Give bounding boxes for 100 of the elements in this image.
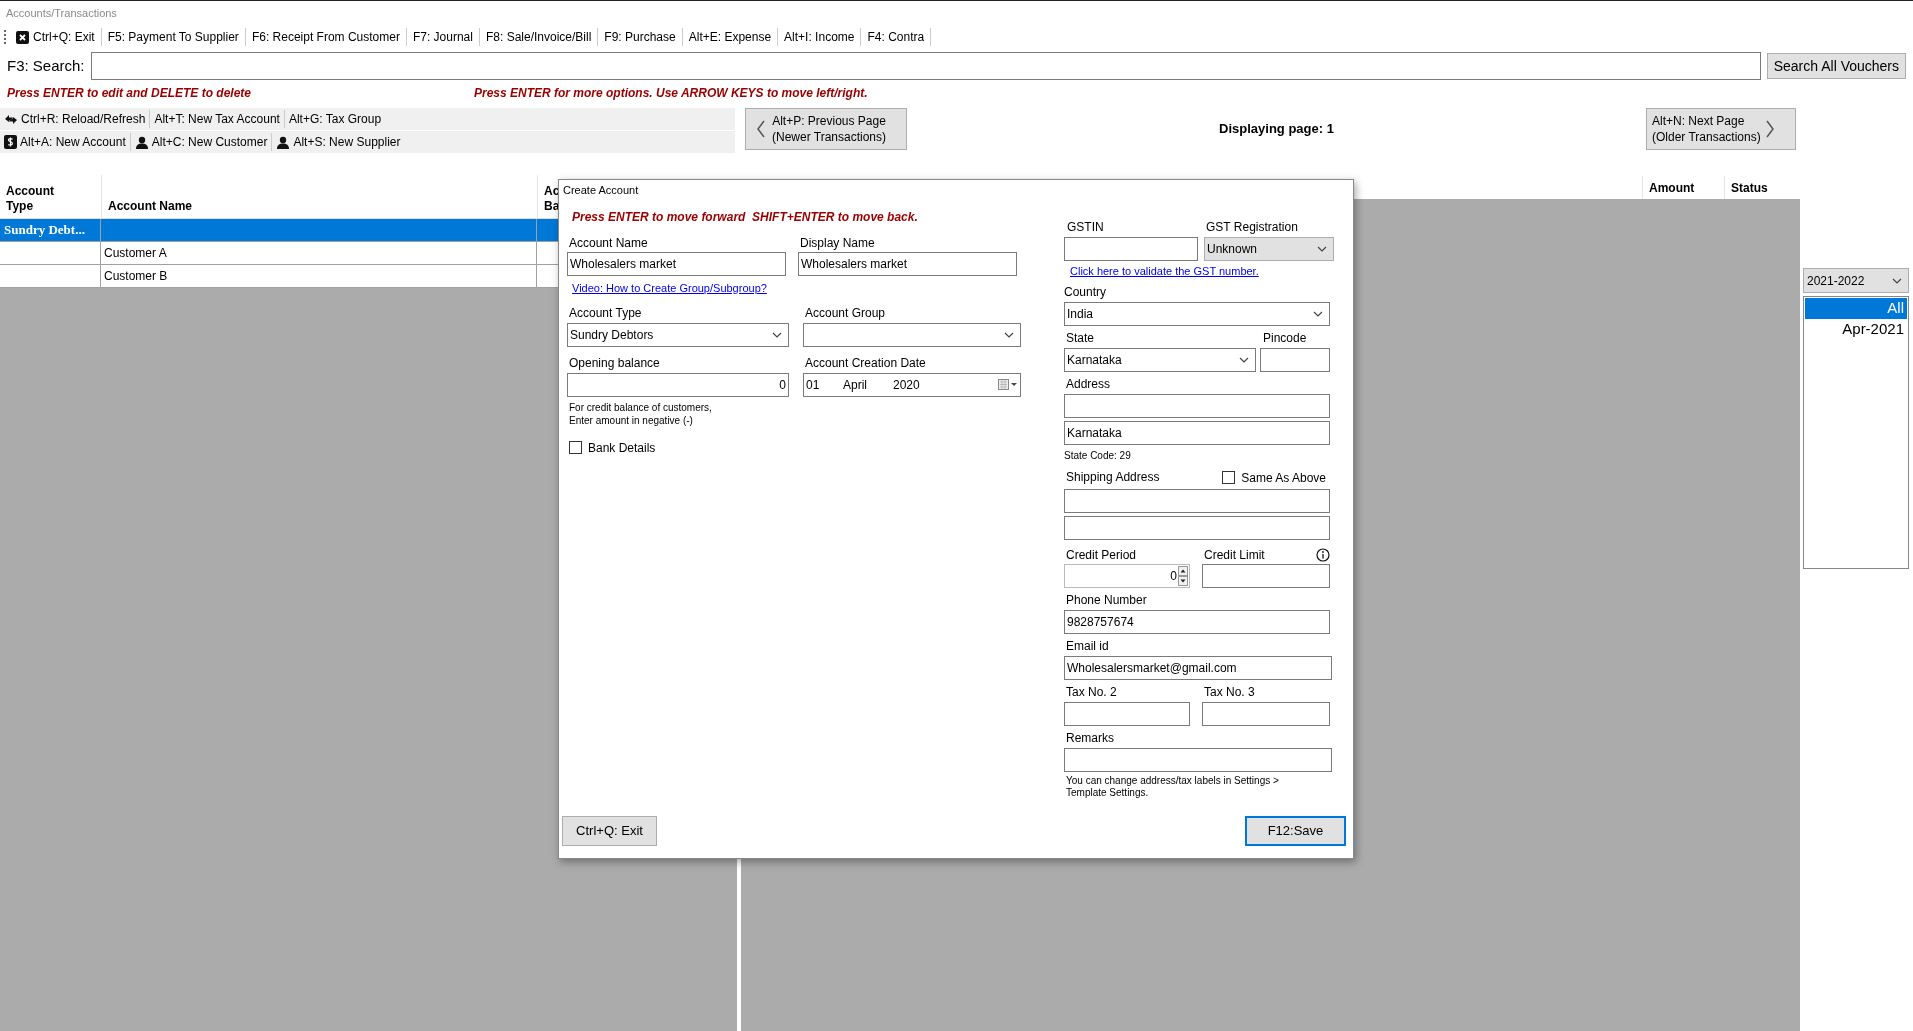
person-icon [134, 135, 149, 149]
toolbar-button[interactable]: F7: Journal [405, 28, 479, 46]
calendar-icon [998, 378, 1018, 391]
text-field[interactable]: Wholesalersmarket@gmail.com [1064, 655, 1332, 680]
dropdown[interactable]: Unknown [1204, 237, 1334, 261]
checkbox[interactable] [569, 441, 582, 454]
field-label: Shipping Address [1066, 470, 1160, 485]
field-label: Phone Number [1066, 592, 1148, 608]
breadcrumb: Accounts/Transactions [6, 5, 117, 21]
previous-page-button[interactable]: Alt+P: Previous Page (Newer Transactions) [745, 108, 907, 150]
field-label: Account Group [805, 305, 887, 321]
field-label: Display Name [800, 236, 876, 251]
chevron-icon [1004, 331, 1014, 338]
chevron-icon [772, 331, 782, 338]
text-field[interactable] [1202, 563, 1330, 588]
checkbox-label: Bank Details [588, 439, 656, 457]
dropdown[interactable] [803, 322, 1021, 347]
text-field[interactable] [1064, 515, 1330, 540]
dropdown[interactable]: Karnataka [1064, 347, 1256, 372]
exit-button[interactable]: Ctrl+Q: Exit [562, 816, 657, 846]
field-label: GST Registration [1206, 220, 1299, 235]
column-header: Amount [1649, 179, 1695, 197]
field-label: State [1066, 330, 1096, 346]
balance-note: For credit balance of customers, Enter amount in negative (-) [569, 400, 713, 427]
dropdown[interactable]: India [1064, 301, 1330, 326]
spinner-arrows-icon [1178, 565, 1188, 586]
toolbar-button[interactable]: Alt+A: New Account [0, 133, 130, 151]
field-label: Credit Period [1066, 547, 1138, 563]
toolbar-button[interactable]: Alt+S: New Supplier [271, 133, 405, 151]
field-label: Credit Limit [1204, 547, 1265, 563]
dialog-title: Create Account [563, 182, 639, 198]
text-field[interactable]: Wholesalers market [798, 252, 1017, 276]
chevron-icon [1892, 277, 1902, 284]
number-field[interactable]: 0 [1064, 563, 1190, 588]
toolbar-button[interactable]: Ctrl+Q: Exit [10, 28, 101, 46]
field-label: Tax No. 3 [1204, 684, 1256, 700]
field-label: Account Type [569, 305, 643, 321]
text-field[interactable] [1260, 347, 1330, 372]
toolbar-button[interactable]: F9: Purchase [597, 28, 682, 46]
column-header: Status [1731, 179, 1768, 197]
table-cell-text: Customer B [104, 268, 168, 285]
text-field[interactable]: Wholesalers market [567, 252, 786, 276]
info-icon [1316, 548, 1330, 562]
search-all-button[interactable]: Search All Vouchers [1766, 53, 1906, 79]
toolbar-button[interactable]: F4: Contra [860, 28, 931, 46]
toolbar-button[interactable]: Alt+T: New Tax Account [149, 110, 284, 128]
field-label: Remarks [1066, 730, 1115, 746]
field-label: Account Creation Date [805, 355, 927, 371]
page-indicator: Displaying page: 1 [1219, 120, 1334, 139]
state-code: State Code: 29 [1064, 448, 1132, 463]
checkbox-label: Same As Above [1241, 469, 1326, 487]
field-label: Opening balance [569, 355, 661, 371]
toolbar-button[interactable]: F8: Sale/Invoice/Bill [478, 28, 598, 46]
toolbar-button[interactable]: Alt+I: Income [777, 28, 861, 46]
save-button[interactable]: F12:Save [1245, 816, 1346, 846]
text-field[interactable]: Karnataka [1064, 420, 1330, 445]
field-label: Country [1064, 284, 1108, 300]
toolbar-button[interactable]: Alt+G: Tax Group [283, 110, 386, 128]
money-icon [4, 135, 17, 149]
toolbar-button[interactable]: F6: Receipt From Customer [244, 28, 406, 46]
text-field[interactable] [1064, 237, 1198, 261]
toolbar-button[interactable]: Alt+C: New Customer [129, 133, 272, 151]
list-item[interactable]: Apr-2021 [1805, 319, 1907, 340]
dropdown[interactable]: Sundry Debtors [567, 322, 789, 347]
field-label: Pincode [1263, 330, 1308, 346]
hint-text: Press ENTER to edit and DELETE to delete [7, 85, 253, 102]
hint-text: Press ENTER for more options. Use ARROW KEYS to move left/right. [474, 85, 868, 102]
person-icon [276, 135, 291, 149]
text-field[interactable]: 0 [567, 372, 789, 397]
date-picker[interactable]: 01 April 2020 [803, 372, 1021, 397]
text-field[interactable] [1064, 393, 1330, 418]
field-label: Tax No. 2 [1066, 684, 1118, 700]
next-page-button[interactable]: Alt+N: Next Page (Older Transactions) [1646, 108, 1796, 150]
table-cell-text: Sundry Debt... [4, 221, 85, 240]
search-field[interactable] [90, 52, 1761, 80]
field-label: Address [1066, 376, 1112, 392]
text-field[interactable] [1064, 701, 1190, 726]
checkbox[interactable] [1222, 471, 1236, 484]
label-note: You can change address/tax labels in Settings > Template Settings. [1066, 774, 1280, 799]
chevron-left-icon [756, 119, 766, 139]
field-label: Email id [1066, 638, 1110, 654]
text-field[interactable] [1064, 747, 1332, 772]
chevron-icon [1317, 246, 1327, 252]
close-icon [16, 30, 29, 44]
column-header: Account Type [6, 184, 55, 214]
toolbar-button[interactable]: Ctrl+R: Reload/Refresh [0, 110, 150, 128]
list-item[interactable]: All [1805, 298, 1907, 319]
chevron-right-icon [1764, 119, 1775, 139]
search-label: F3: Search: [7, 55, 85, 76]
field-label: GSTIN [1067, 220, 1105, 235]
text-field[interactable]: 9828757674 [1064, 609, 1330, 634]
year-dropdown[interactable]: 2021-2022 [1803, 268, 1909, 293]
column-header: Account Name [108, 199, 193, 214]
toolbar-button[interactable]: F5: Payment To Supplier [100, 28, 245, 46]
text-field[interactable] [1064, 488, 1330, 513]
toolbar-button[interactable]: Alt+E: Expense [681, 28, 778, 46]
chevron-icon [1239, 356, 1249, 363]
table-cell-text: Customer A [104, 245, 167, 262]
gst-validation-link[interactable]: Click here to validate the GST number. [1070, 263, 1259, 280]
text-field[interactable] [1202, 701, 1330, 726]
